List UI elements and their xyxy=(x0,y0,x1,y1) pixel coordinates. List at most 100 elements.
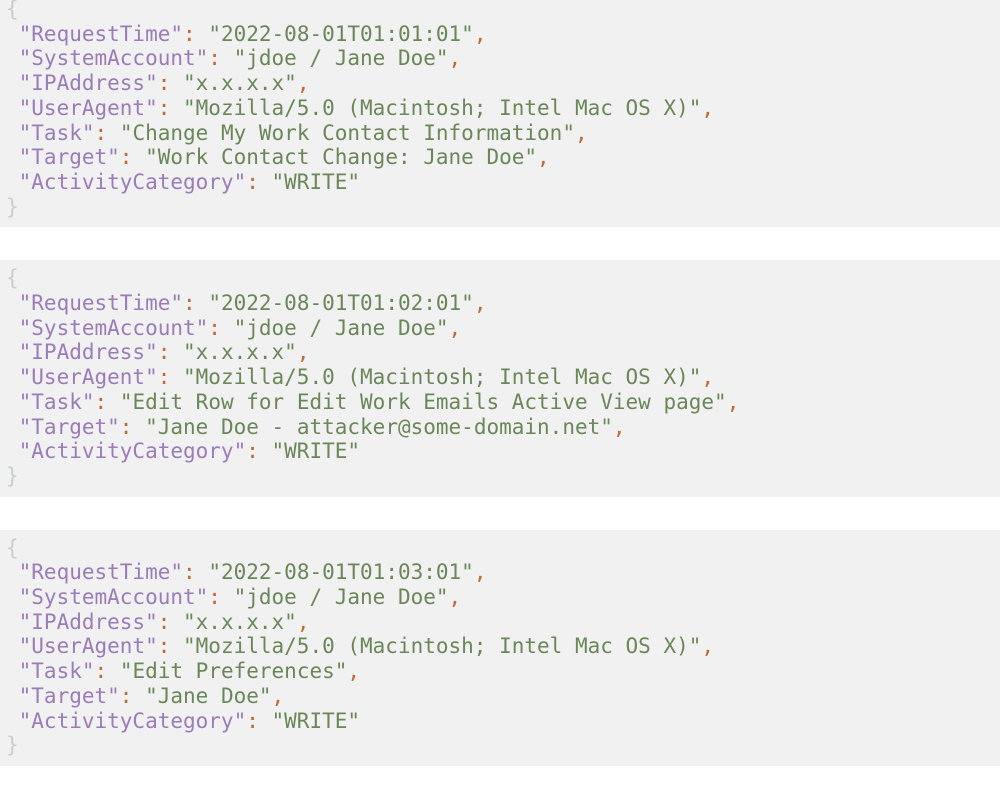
json-key-token: "ActivityCategory" xyxy=(6,439,247,464)
json-string-value-token: "Mozilla/5.0 (Macintosh; Intel Mac OS X)… xyxy=(170,365,702,390)
json-key-token: "RequestTime" xyxy=(6,21,184,46)
json-colon-token: : xyxy=(157,340,171,365)
json-close-brace-line: } xyxy=(0,195,1000,220)
json-comma-token: , xyxy=(537,145,550,170)
json-colon-token: : xyxy=(208,46,221,71)
json-field-line: "SystemAccount": "jdoe / Jane Doe", xyxy=(0,585,1000,610)
json-string-value-token: "Edit Row for Edit Work Emails Active Vi… xyxy=(107,389,727,414)
json-string-value-token: "Mozilla/5.0 (Macintosh; Intel Mac OS X)… xyxy=(170,634,702,659)
json-colon-token: : xyxy=(208,585,221,610)
json-string-value-token: "2022-08-01T01:03:01" xyxy=(195,560,474,585)
json-comma-token: , xyxy=(448,585,462,610)
json-string-value-token: "x.x.x.x" xyxy=(170,71,297,96)
json-key-token: "SystemAccount" xyxy=(6,46,209,71)
json-comma-token: , xyxy=(296,609,310,634)
json-key-token: "Target" xyxy=(6,683,120,708)
close-brace-token: } xyxy=(6,733,19,758)
json-field-line: "Target": "Work Contact Change: Jane Doe… xyxy=(0,145,1000,170)
json-key-token: "RequestTime" xyxy=(6,560,184,585)
open-brace-token: { xyxy=(6,266,19,291)
json-field-line: "SystemAccount": "jdoe / Jane Doe", xyxy=(0,46,1000,71)
json-field-line: "RequestTime": "2022-08-01T01:03:01", xyxy=(0,560,1000,585)
json-colon-token: : xyxy=(183,560,196,585)
json-string-value-token: "Jane Doe" xyxy=(132,683,272,708)
json-key-token: "Task" xyxy=(6,120,95,145)
json-comma-token: , xyxy=(473,21,487,46)
json-comma-token: , xyxy=(296,340,310,365)
json-key-token: "UserAgent" xyxy=(6,634,158,659)
block-separator xyxy=(0,227,1000,261)
json-string-value-token: "Mozilla/5.0 (Macintosh; Intel Mac OS X)… xyxy=(170,95,702,120)
json-comma-token: , xyxy=(448,315,462,340)
json-string-value-token: "Jane Doe - attacker@some-domain.net" xyxy=(132,414,613,439)
json-field-line: "Target": "Jane Doe - attacker@some-doma… xyxy=(0,415,1000,440)
json-string-value-token: "jdoe / Jane Doe" xyxy=(220,585,449,610)
json-field-line: "Task": "Edit Preferences", xyxy=(0,659,1000,684)
json-field-line: "Task": "Edit Row for Edit Work Emails A… xyxy=(0,390,1000,415)
json-comma-token: , xyxy=(701,95,715,120)
json-field-line: "RequestTime": "2022-08-01T01:02:01", xyxy=(0,291,1000,316)
json-colon-token: : xyxy=(157,95,171,120)
json-key-token: "Target" xyxy=(6,145,120,170)
json-field-line: "SystemAccount": "jdoe / Jane Doe", xyxy=(0,316,1000,341)
json-field-line: "UserAgent": "Mozilla/5.0 (Macintosh; In… xyxy=(0,365,1000,390)
open-brace-token: { xyxy=(6,0,19,21)
json-field-line: "UserAgent": "Mozilla/5.0 (Macintosh; In… xyxy=(0,96,1000,121)
json-key-token: "Target" xyxy=(6,414,120,439)
json-key-token: "UserAgent" xyxy=(6,365,158,390)
json-string-value-token: "jdoe / Jane Doe" xyxy=(220,46,449,71)
close-brace-token: } xyxy=(6,194,19,219)
json-comma-token: , xyxy=(347,659,361,684)
json-comma-token: , xyxy=(271,683,285,708)
json-field-line: "RequestTime": "2022-08-01T01:01:01", xyxy=(0,22,1000,47)
json-key-token: "IPAddress" xyxy=(6,71,158,96)
json-string-value-token: "Work Contact Change: Jane Doe" xyxy=(132,145,538,170)
block-separator xyxy=(0,496,1000,530)
json-colon-token: : xyxy=(183,21,196,46)
json-colon-token: : xyxy=(183,291,196,316)
json-field-line: "IPAddress": "x.x.x.x", xyxy=(0,340,1000,365)
json-colon-token: : xyxy=(157,609,171,634)
json-colon-token: : xyxy=(94,659,108,684)
json-field-line: "Task": "Change My Work Contact Informat… xyxy=(0,121,1000,146)
json-key-token: "IPAddress" xyxy=(6,609,158,634)
json-string-value-token: "WRITE" xyxy=(258,708,361,733)
json-colon-token: : xyxy=(157,634,171,659)
json-string-value-token: "2022-08-01T01:02:01" xyxy=(195,291,474,316)
json-key-token: "UserAgent" xyxy=(6,95,158,120)
json-comma-token: , xyxy=(701,365,715,390)
json-colon-token: : xyxy=(119,414,133,439)
json-string-value-token: "x.x.x.x" xyxy=(170,340,297,365)
json-log-block: { "RequestTime": "2022-08-01T01:02:01", … xyxy=(0,260,1000,497)
json-colon-token: : xyxy=(94,120,108,145)
json-open-brace-line: { xyxy=(0,0,1000,22)
json-colon-token: : xyxy=(157,365,171,390)
json-colon-token: : xyxy=(119,145,133,170)
json-key-token: "ActivityCategory" xyxy=(6,708,247,733)
close-brace-token: } xyxy=(6,463,19,488)
json-comma-token: , xyxy=(296,71,310,96)
json-colon-token: : xyxy=(246,439,259,464)
json-field-line: "Target": "Jane Doe", xyxy=(0,684,1000,709)
json-colon-token: : xyxy=(246,708,259,733)
json-string-value-token: "WRITE" xyxy=(258,169,361,194)
json-open-brace-line: { xyxy=(0,266,1000,291)
json-comma-token: , xyxy=(701,634,715,659)
json-field-line: "IPAddress": "x.x.x.x", xyxy=(0,610,1000,635)
open-brace-token: { xyxy=(6,535,19,560)
json-comma-token: , xyxy=(612,414,626,439)
json-log-block: { "RequestTime": "2022-08-01T01:01:01", … xyxy=(0,0,1000,228)
json-comma-token: , xyxy=(473,291,487,316)
json-key-token: "ActivityCategory" xyxy=(6,169,247,194)
json-comma-token: , xyxy=(726,389,740,414)
json-key-token: "Task" xyxy=(6,659,95,684)
audit-log-entry-list: { "RequestTime": "2022-08-01T01:01:01", … xyxy=(0,0,1000,766)
json-colon-token: : xyxy=(157,71,171,96)
json-string-value-token: "Change My Work Contact Information" xyxy=(107,120,575,145)
json-colon-token: : xyxy=(208,315,221,340)
json-field-line: "ActivityCategory": "WRITE" xyxy=(0,709,1000,734)
json-key-token: "SystemAccount" xyxy=(6,585,209,610)
json-close-brace-line: } xyxy=(0,733,1000,758)
json-open-brace-line: { xyxy=(0,536,1000,561)
json-field-line: "UserAgent": "Mozilla/5.0 (Macintosh; In… xyxy=(0,634,1000,659)
